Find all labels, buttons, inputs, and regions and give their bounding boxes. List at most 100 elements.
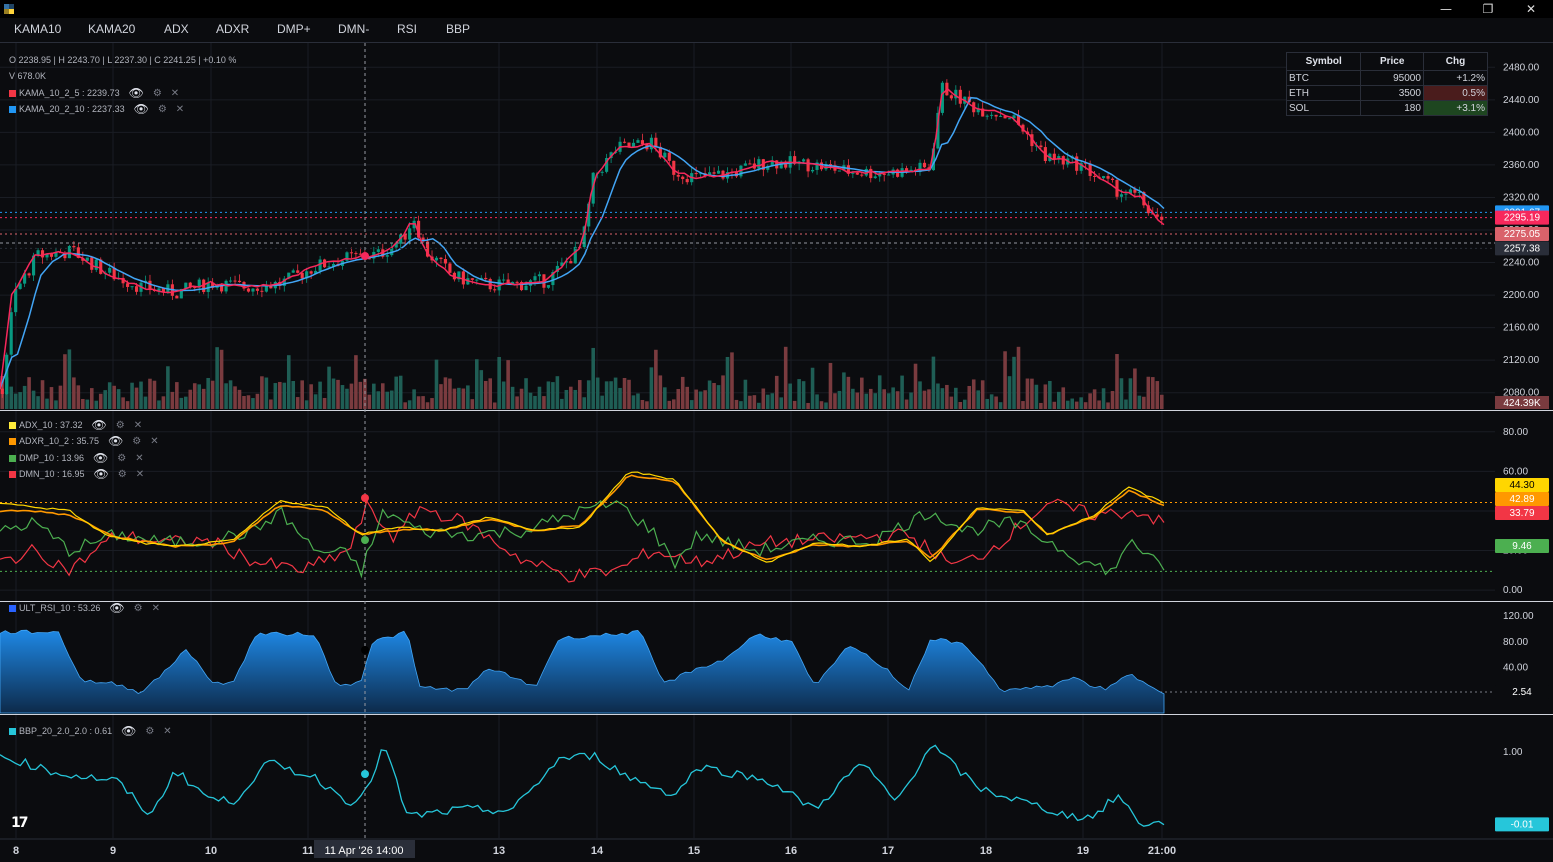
tradingview-logo[interactable]: 17 bbox=[11, 815, 29, 831]
legend-adx[interactable]: ADX_10 : 37.32 👁 ⚙ ✕ bbox=[9, 418, 142, 432]
time-tick-label: 14 bbox=[591, 845, 604, 857]
candle-body bbox=[533, 276, 537, 281]
candle-body bbox=[233, 280, 237, 282]
candle-body bbox=[461, 271, 465, 285]
candle-body bbox=[439, 257, 443, 259]
candle-body bbox=[806, 159, 810, 172]
volume-bar bbox=[479, 370, 484, 409]
candle-body bbox=[887, 174, 891, 176]
volume-bar bbox=[564, 389, 569, 409]
candle-body bbox=[882, 173, 886, 175]
volume-bar bbox=[1021, 401, 1025, 409]
volume-bar bbox=[67, 349, 72, 409]
watchlist-row[interactable]: SOL 180 +3.1% bbox=[1285, 100, 1489, 116]
close-icon[interactable]: ✕ bbox=[176, 104, 184, 115]
legend-dmn[interactable]: DMN_10 : 16.95 👁 ⚙ ✕ bbox=[9, 467, 144, 481]
volume-bar bbox=[1039, 402, 1043, 409]
toolbar-item-kama10[interactable]: KAMA10 bbox=[14, 22, 61, 36]
volume-bar bbox=[175, 382, 179, 409]
candle-body bbox=[600, 171, 604, 173]
volume-bar bbox=[649, 367, 654, 409]
volume-bar bbox=[1012, 356, 1016, 409]
toolbar-item-dmn[interactable]: DMN- bbox=[338, 22, 369, 36]
candle-body bbox=[860, 174, 864, 176]
legend-bbp[interactable]: BBP_20_2.0_2.0 : 0.61 👁 ⚙ ✕ bbox=[9, 724, 172, 738]
toolbar-item-dmp[interactable]: DMP+ bbox=[277, 22, 311, 36]
toolbar-item-bbp[interactable]: BBP bbox=[446, 22, 470, 36]
crosshair-dot bbox=[361, 494, 369, 502]
eye-icon[interactable]: 👁 bbox=[92, 418, 107, 432]
volume-bar bbox=[264, 377, 269, 409]
eye-icon[interactable]: 👁 bbox=[109, 601, 124, 615]
eye-icon[interactable]: 👁 bbox=[134, 102, 149, 116]
gear-icon[interactable]: ⚙ bbox=[145, 726, 154, 737]
legend-kama-slow[interactable]: KAMA_20_2_10 : 2237.33 👁 ⚙ ✕ bbox=[9, 102, 184, 116]
gear-icon[interactable]: ⚙ bbox=[158, 104, 167, 115]
toolbar-item-kama20[interactable]: KAMA20 bbox=[88, 22, 135, 36]
candle-body bbox=[237, 280, 242, 283]
volume-bar bbox=[712, 382, 716, 409]
volume-bar bbox=[327, 366, 331, 409]
candle-body bbox=[255, 288, 259, 291]
volume-bar bbox=[891, 387, 895, 409]
minimize-button[interactable]: — bbox=[1426, 0, 1466, 18]
app-logo-icon bbox=[4, 4, 14, 14]
volume-bar bbox=[671, 399, 676, 409]
gear-icon[interactable]: ⚙ bbox=[153, 88, 162, 99]
gear-icon[interactable]: ⚙ bbox=[117, 453, 126, 464]
volume-bar bbox=[269, 399, 273, 409]
candle-body bbox=[667, 152, 671, 161]
chart-area[interactable]: 2480.002440.002400.002360.002320.002280.… bbox=[0, 43, 1553, 862]
volume-bar bbox=[797, 379, 801, 409]
close-icon[interactable]: ✕ bbox=[134, 420, 142, 431]
watchlist-symbol: ETH bbox=[1285, 85, 1362, 101]
eye-icon[interactable]: 👁 bbox=[121, 724, 136, 738]
candle-body bbox=[300, 272, 304, 279]
toolbar-item-rsi[interactable]: RSI bbox=[397, 22, 417, 36]
legend-dmp[interactable]: DMP_10 : 13.96 👁 ⚙ ✕ bbox=[9, 451, 144, 465]
legend-rsi[interactable]: ULT_RSI_10 : 53.26 👁 ⚙ ✕ bbox=[9, 601, 160, 615]
gear-icon[interactable]: ⚙ bbox=[116, 420, 125, 431]
close-icon[interactable]: ✕ bbox=[163, 726, 171, 737]
eye-icon[interactable]: 👁 bbox=[94, 467, 109, 481]
volume-bar bbox=[179, 397, 184, 409]
close-icon[interactable]: ✕ bbox=[135, 453, 143, 464]
volume-readout: V 678.0K bbox=[9, 71, 47, 81]
volume-bar bbox=[569, 386, 573, 409]
volume-bar bbox=[98, 393, 103, 409]
close-icon[interactable]: ✕ bbox=[152, 603, 160, 614]
gear-icon[interactable]: ⚙ bbox=[132, 436, 141, 447]
kama-slow-swatch bbox=[9, 105, 16, 113]
volume-bar bbox=[1003, 351, 1007, 409]
eye-icon[interactable]: 👁 bbox=[108, 434, 123, 448]
candle-body bbox=[1061, 156, 1065, 165]
eye-icon[interactable]: 👁 bbox=[93, 451, 108, 465]
volume-bar bbox=[551, 382, 555, 409]
eye-icon[interactable]: 👁 bbox=[129, 86, 144, 100]
volume-bar bbox=[134, 387, 139, 409]
candle-body bbox=[493, 289, 497, 291]
volume-bar bbox=[457, 387, 461, 409]
toolbar-item-adxr[interactable]: ADXR bbox=[216, 22, 249, 36]
toolbar-item-adx[interactable]: ADX bbox=[164, 22, 189, 36]
restore-button[interactable]: ❐ bbox=[1468, 0, 1508, 18]
volume-bar bbox=[640, 399, 645, 409]
close-icon[interactable]: ✕ bbox=[171, 88, 179, 99]
axis-tick-label: 2360.00 bbox=[1503, 160, 1540, 171]
volume-bar bbox=[358, 381, 363, 409]
volume-bar bbox=[1115, 354, 1119, 409]
watchlist-row[interactable]: BTC 95000 +1.2% bbox=[1285, 70, 1489, 86]
gear-icon[interactable]: ⚙ bbox=[134, 603, 143, 614]
close-window-button[interactable]: ✕ bbox=[1511, 0, 1551, 18]
candle-body bbox=[40, 250, 45, 258]
volume-bar bbox=[483, 380, 488, 409]
watchlist-row[interactable]: ETH 3500 0.5% bbox=[1285, 85, 1489, 101]
legend-kama-fast[interactable]: KAMA_10_2_5 : 2239.73 👁 ⚙ ✕ bbox=[9, 86, 179, 100]
legend-adxr[interactable]: ADXR_10_2 : 35.75 👁 ⚙ ✕ bbox=[9, 434, 159, 448]
volume-bar bbox=[385, 391, 390, 409]
close-icon[interactable]: ✕ bbox=[150, 436, 158, 447]
kama-fast-line bbox=[0, 87, 1165, 390]
close-icon[interactable]: ✕ bbox=[136, 469, 144, 480]
volume-bar bbox=[1110, 391, 1115, 409]
gear-icon[interactable]: ⚙ bbox=[118, 469, 127, 480]
